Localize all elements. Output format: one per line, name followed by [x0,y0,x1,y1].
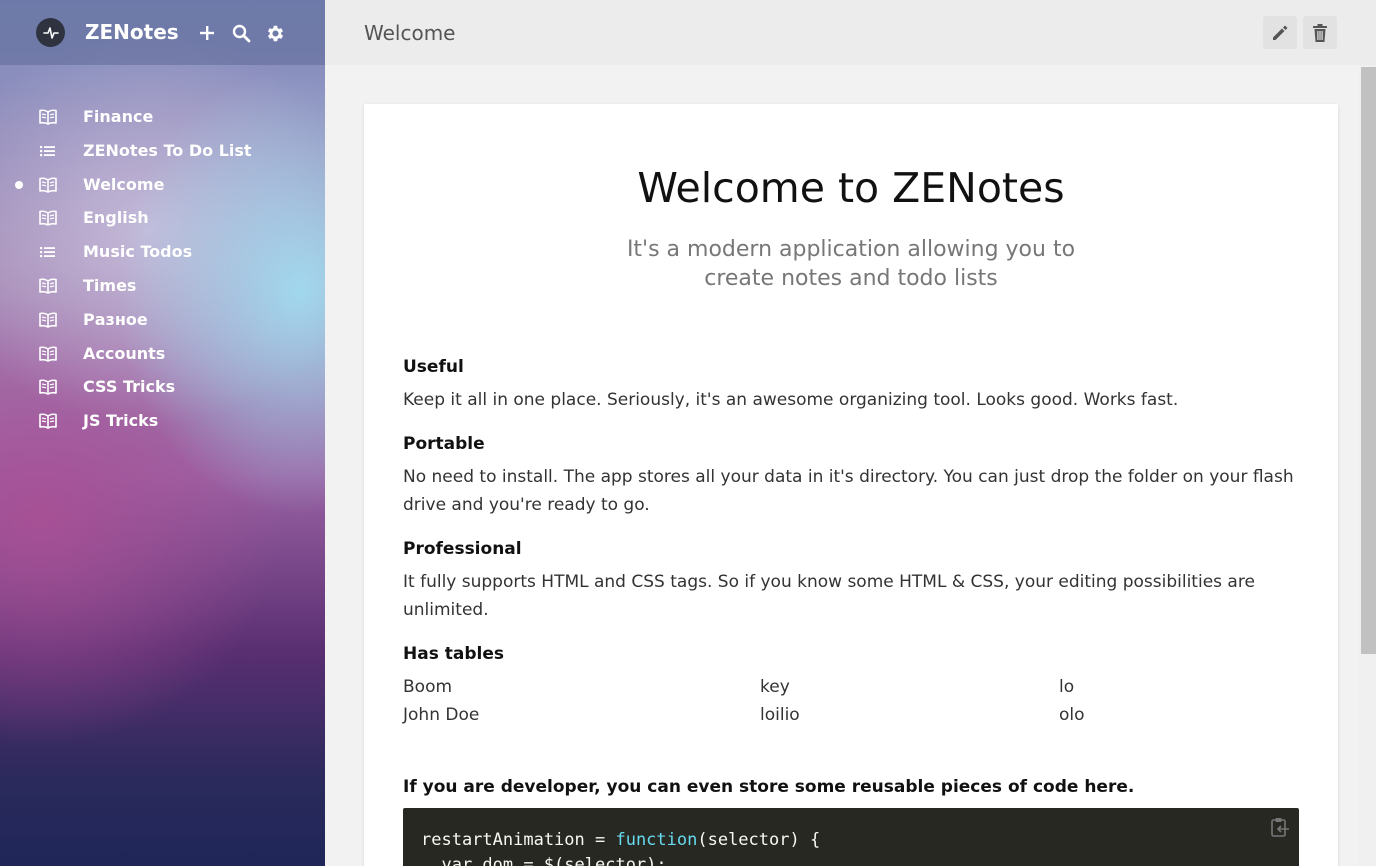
table-cell: lo [1059,677,1075,697]
book-icon [39,379,57,396]
book-icon [39,413,57,429]
add-note-button[interactable] [195,20,219,46]
copy-code-button[interactable] [1269,816,1291,838]
code-block[interactable]: restartAnimation = function(selector) { … [403,808,1299,866]
sidebar-item-label: Music Todos [83,242,193,262]
table-row: John Doe loilio olo [403,701,1299,729]
developer-heading: If you are developer, you can even store… [403,777,1135,797]
sidebar-item-css-tricks[interactable]: CSS Tricks [0,370,325,404]
sidebar-item-label: Times [83,275,137,295]
code-keyword: function [615,830,698,850]
delete-button[interactable] [1303,16,1337,49]
table-cell: olo [1059,705,1085,725]
sidebar-item-label: JS Tricks [83,411,159,431]
note-title: Welcome to ZENotes [637,164,1065,212]
section-heading-portable: Portable [403,434,485,454]
sidebar-item-accounts[interactable]: Accounts [0,337,325,371]
search-icon [232,24,250,42]
settings-button[interactable] [263,20,287,46]
list-icon [39,244,57,260]
list-icon [40,247,55,258]
edit-button[interactable] [1263,16,1297,49]
sidebar-item-разное[interactable]: Разное [0,303,325,337]
code-line: restartAnimation = function(selector) { [421,830,820,850]
book-icon [39,413,57,429]
pencil-icon [1273,25,1288,40]
sidebar: ZENotes Finance ZENotes To Do List Welcome… [0,0,325,866]
book-icon [39,312,57,328]
book-icon [39,379,57,396]
book-icon [39,312,57,328]
pulse-logo-icon[interactable] [36,18,65,47]
sidebar-item-label: ZENotes To Do List [83,140,252,160]
sidebar-item-label: Accounts [83,343,166,363]
list-icon [39,143,57,159]
table-row: Boom key lo [403,673,1299,701]
book-icon [39,109,57,125]
notes-list: Finance ZENotes To Do List Welcome English M… [0,100,325,438]
sidebar-item-english[interactable]: English [0,201,325,235]
clipboard-icon [1271,818,1289,837]
section-heading-useful: Useful [403,357,464,377]
code-line: var dom = $(selector); [421,855,667,866]
sidebar-item-js-tricks[interactable]: JS Tricks [0,404,325,438]
book-icon [39,346,57,362]
section-text-portable: No need to install. The app stores all y… [403,467,1294,515]
note-table: Boom key lo John Doe loilio olo [403,673,1299,729]
section-text-professional: It fully supports HTML and CSS tags. So … [403,572,1255,620]
book-icon [39,278,57,294]
section-heading-tables: Has tables [403,644,504,664]
list-icon [40,145,55,156]
sidebar-item-label: CSS Tricks [83,377,176,397]
book-icon [39,177,57,193]
book-icon [39,346,57,362]
sidebar-item-label: Welcome [83,174,165,194]
section-text-useful: Keep it all in one place. Seriously, it'… [403,390,1179,410]
gear-icon [267,25,283,41]
sidebar-item-welcome[interactable]: Welcome [0,168,325,202]
book-icon [39,177,57,193]
sidebar-header: ZENotes [0,0,325,65]
note-content-area: Welcome to ZENotes It's a modern applica… [325,65,1376,866]
plus-icon [200,26,214,40]
sidebar-item-zenotes-to-do-list[interactable]: ZENotes To Do List [0,134,325,168]
sidebar-item-label: Finance [83,107,154,126]
trash-icon [1313,23,1327,42]
book-icon [39,210,57,227]
book-icon [39,278,57,294]
sidebar-item-label: Разное [83,309,148,329]
note-header: Welcome [325,0,1376,65]
app-title: ZENotes [85,20,179,44]
sidebar-item-times[interactable]: Times [0,269,325,303]
note-subtitle: It's a modern application allowing you t… [626,237,1076,291]
section-heading-professional: Professional [403,539,522,559]
note-header-title: Welcome [364,21,456,45]
book-icon [39,109,57,125]
table-cell: loilio [760,705,800,725]
sidebar-item-label: English [83,208,149,228]
scrollbar-thumb[interactable] [1361,67,1376,654]
table-cell: Boom [403,677,453,697]
active-indicator [15,180,23,189]
search-button[interactable] [229,20,253,46]
table-cell: John Doe [403,705,480,725]
code-token: (selector) { [697,830,821,850]
sidebar-item-music-todos[interactable]: Music Todos [0,235,325,269]
note-card: Welcome to ZENotes It's a modern applica… [364,104,1338,866]
table-cell: key [760,677,790,697]
code-token: restartAnimation = [421,830,616,850]
sidebar-item-finance[interactable]: Finance [0,100,325,134]
book-icon [39,210,57,227]
